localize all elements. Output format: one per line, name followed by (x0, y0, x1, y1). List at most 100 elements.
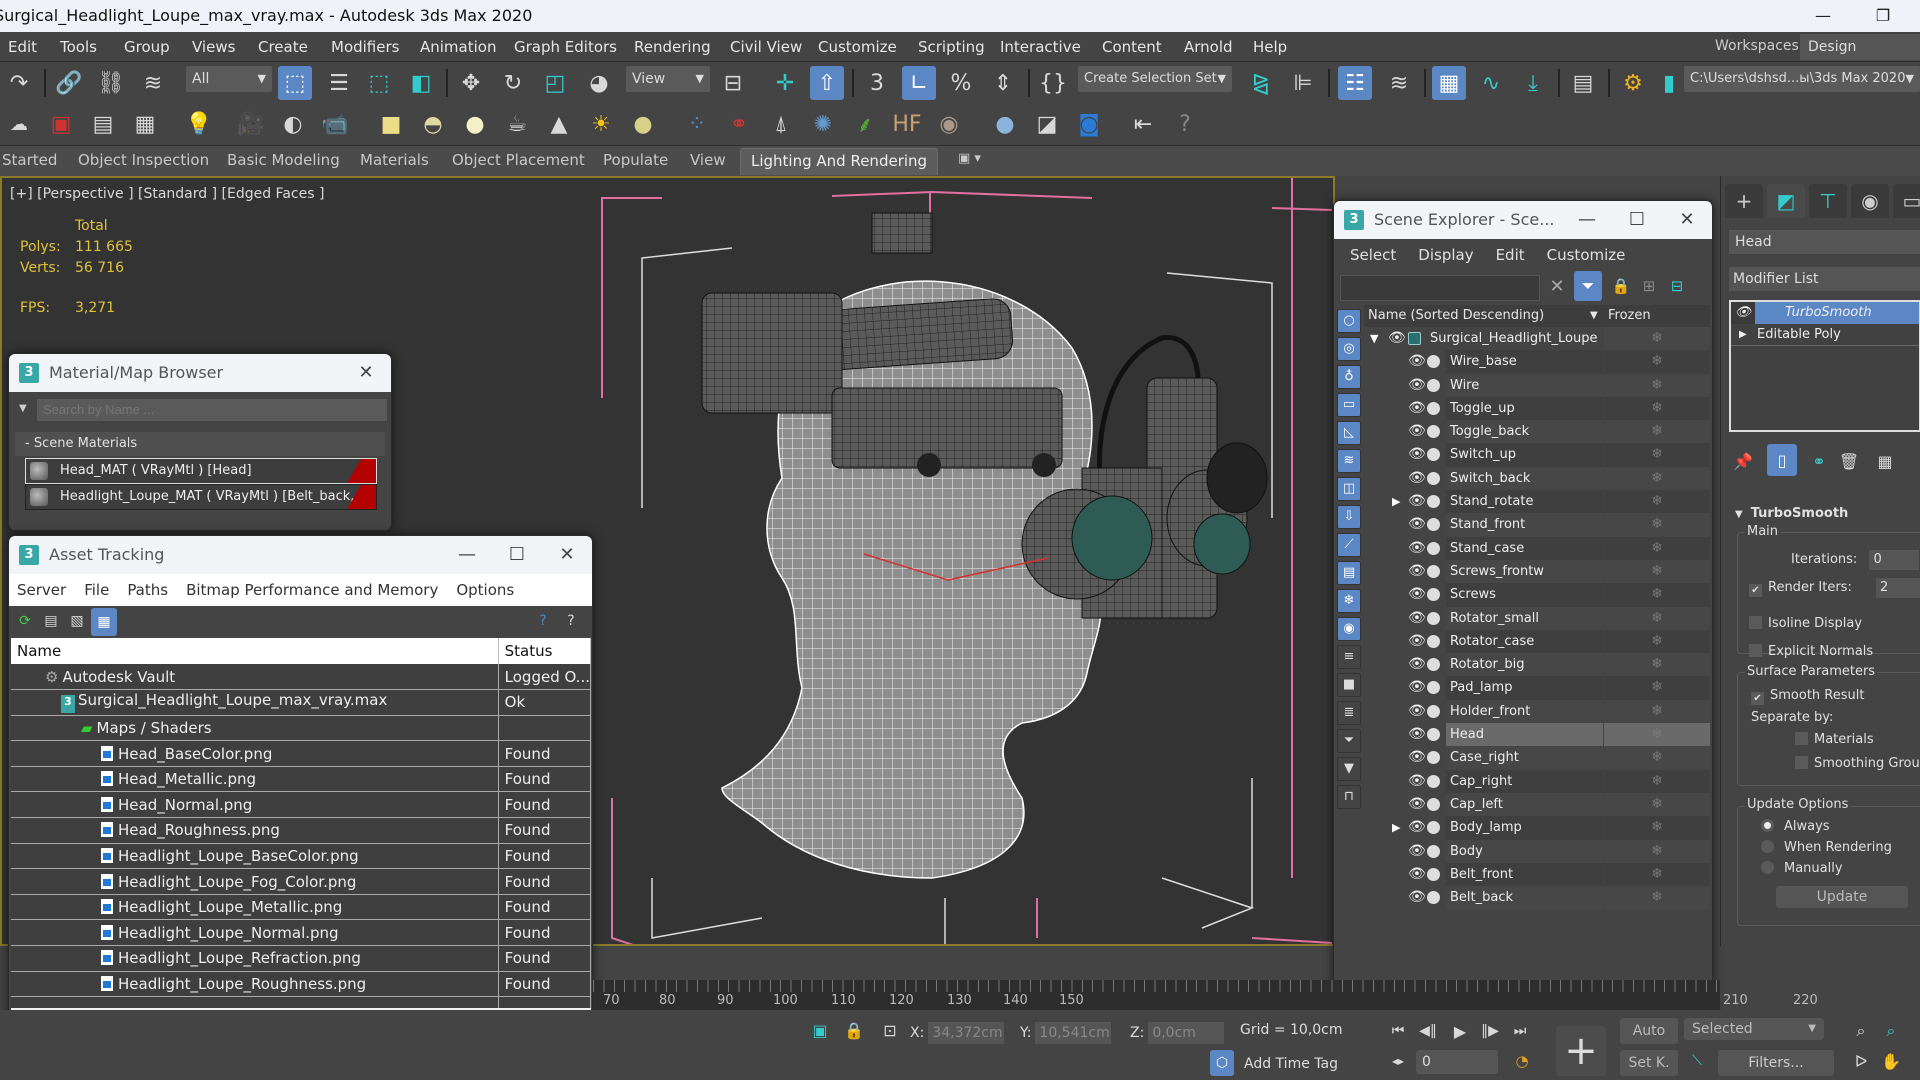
spacewarps-filter-icon[interactable]: ≋ (1337, 449, 1361, 473)
filter-funnel-icon[interactable]: ▼ (1337, 757, 1361, 781)
toggle-scene-explorer-icon[interactable]: ☷ (1338, 66, 1372, 100)
expand-arrow-icon[interactable]: ▶ (1739, 324, 1747, 346)
frozen-toggle-icon[interactable]: ❄ (1604, 839, 1710, 863)
expand-arrow-icon[interactable]: ▶ (1392, 490, 1400, 513)
visibility-eye-icon[interactable]: 👁 (1408, 443, 1426, 466)
cloud-icon[interactable]: ☁ (2, 107, 36, 141)
minimize-button[interactable]: — (442, 536, 492, 574)
hidden-filter-icon[interactable]: ◉ (1337, 617, 1361, 641)
minimize-button[interactable]: — (1562, 201, 1612, 239)
scene-object-row[interactable]: ▶ 👁 Body_lamp ❄ (1364, 816, 1710, 840)
rotate-icon[interactable]: ↻ (496, 66, 530, 100)
menu-paths[interactable]: Paths (127, 574, 168, 606)
frozen-toggle-icon[interactable]: ❄ (1604, 769, 1710, 793)
grass-icon[interactable]: ⸙ (848, 107, 882, 141)
visibility-eye-icon[interactable]: 👁 (1408, 653, 1426, 676)
asset-row[interactable]: Headlight_Loupe_Refraction.png Found (11, 945, 592, 972)
isolate-selection-icon[interactable]: ▣ (806, 1016, 834, 1044)
visibility-eye-icon[interactable]: 👁 (1408, 700, 1426, 723)
clear-search-icon[interactable]: ✕ (1544, 271, 1570, 301)
menu-scripting[interactable]: Scripting (918, 38, 985, 56)
tree-view-icon[interactable]: ▧ (65, 608, 89, 634)
edit-named-selection-icon[interactable]: {} (1036, 66, 1070, 100)
column-name[interactable]: Name (11, 638, 499, 664)
light-lister-icon[interactable]: 💡 (182, 107, 216, 141)
scene-object-row[interactable]: 👁 Rotator_small ❄ (1364, 606, 1710, 630)
filters-button[interactable]: Filters... (1718, 1050, 1834, 1076)
visibility-eye-icon[interactable]: 👁 (1408, 793, 1426, 816)
scene-materials-group[interactable]: - Scene Materials (15, 432, 385, 456)
turbosmooth-rollout-header[interactable]: ▼ TurboSmooth (1735, 506, 1920, 521)
zoom-icon[interactable]: ⌕ (1848, 1018, 1874, 1044)
geometry-filter-icon[interactable]: ○ (1337, 309, 1361, 333)
align-icon[interactable]: ⊫ (1286, 66, 1320, 100)
scene-object-row[interactable]: 👁 Head ❄ (1364, 723, 1710, 747)
scene-object-row[interactable]: 👁 Belt_back ❄ (1364, 886, 1710, 910)
frozen-toggle-icon[interactable]: ❄ (1604, 886, 1710, 910)
render-shot-icon[interactable]: ▣ (44, 107, 78, 141)
visibility-eye-icon[interactable]: 👁 (1408, 770, 1426, 793)
xrefs-filter-icon[interactable]: ⇩ (1337, 505, 1361, 529)
frozen-toggle-icon[interactable]: ❄ (1604, 583, 1710, 607)
visibility-eye-icon[interactable]: 👁 (1408, 676, 1426, 699)
menu-views[interactable]: Views (192, 38, 235, 56)
groups-filter-icon[interactable]: ◫ (1337, 477, 1361, 501)
modifier-editable-poly[interactable]: ▶ Editable Poly (1731, 324, 1919, 346)
container-icon[interactable]: ⊓ (1337, 785, 1361, 809)
asset-row[interactable]: Headlight_Loupe_Normal.png Found (11, 919, 592, 947)
unlink-icon[interactable]: ⛓ (94, 66, 128, 100)
tab-started[interactable]: Started (2, 151, 57, 169)
material-item[interactable]: Head_MAT ( VRayMtl ) [Head] (25, 458, 377, 484)
visibility-eye-icon[interactable]: 👁 (1408, 397, 1426, 420)
visibility-eye-icon[interactable]: 👁 (1408, 723, 1426, 746)
next-frame-icon[interactable]: ‖▶ (1476, 1018, 1504, 1044)
material-item[interactable]: Headlight_Loupe_MAT ( VRayMtl ) [Belt_ba… (25, 484, 377, 510)
frozen-toggle-icon[interactable]: ❄ (1604, 676, 1710, 700)
tab-object-inspection[interactable]: Object Inspection (78, 151, 209, 169)
window-crossing-icon[interactable]: ◧ (404, 66, 438, 100)
frozen-toggle-icon[interactable]: ❄ (1604, 466, 1710, 491)
selection-filter-dropdown[interactable]: All ▼ (186, 66, 272, 92)
hierarchy-icon[interactable]: ⊞ (1636, 271, 1662, 301)
frozen-toggle-icon[interactable]: ❄ (1604, 327, 1710, 351)
molecule-icon[interactable]: ⚭ (722, 107, 756, 141)
menu-edit[interactable]: Edit (8, 38, 37, 56)
import-icon[interactable]: ⇤ (1126, 107, 1160, 141)
modifier-turbosmooth[interactable]: 👁 TurboSmooth (1731, 302, 1919, 324)
sphere-light-icon[interactable]: ● (458, 107, 492, 141)
search-options-icon[interactable]: ▼ (19, 403, 27, 414)
asset-row[interactable]: 3 Surgical_Headlight_Loupe_max_vray.max Ok (11, 689, 592, 716)
percent-snap-icon[interactable]: % (944, 66, 978, 100)
scene-object-row[interactable]: 👁 Stand_case ❄ (1364, 536, 1710, 560)
refresh-icon[interactable]: ⟳ (13, 608, 37, 634)
show-end-result-icon[interactable]: ▯ (1767, 444, 1797, 476)
list-view-icon[interactable]: ▤ (39, 608, 63, 634)
create-tab-icon[interactable]: + (1725, 184, 1763, 218)
scene-object-row[interactable]: 👁 Cap_left ❄ (1364, 792, 1710, 817)
visibility-eye-icon[interactable]: 👁 (1408, 467, 1426, 490)
invert-display-icon[interactable]: ≣ (1337, 701, 1361, 725)
z-field[interactable]: 0,0cm (1148, 1022, 1225, 1044)
pivot-center-icon[interactable]: ⊟ (716, 66, 750, 100)
scene-object-row[interactable]: 👁 Screws ❄ (1364, 583, 1710, 607)
online-help-icon[interactable]: ? (531, 608, 555, 634)
scene-object-row[interactable]: 👁 Holder_front ❄ (1364, 699, 1710, 724)
explicit-normals-checkbox[interactable] (1749, 644, 1762, 657)
current-frame-field[interactable]: 0 (1416, 1050, 1498, 1074)
frozen-toggle-icon[interactable]: ❄ (1604, 653, 1710, 677)
display-none-icon[interactable]: ■ (1337, 673, 1361, 697)
camera-half-icon[interactable]: ◐ (276, 107, 310, 141)
time-configuration-icon[interactable]: ◔ (1508, 1048, 1536, 1074)
frozen-toggle-icon[interactable]: ❄ (1604, 490, 1710, 514)
scene-object-row[interactable]: 👁 Wire_base ❄ (1364, 350, 1710, 374)
visibility-eye-icon[interactable]: 👁 (1408, 630, 1426, 653)
bind-space-warp-icon[interactable]: ≋ (136, 66, 170, 100)
scene-object-row[interactable]: 👁 Toggle_up ❄ (1364, 396, 1710, 421)
tab-populate[interactable]: Populate (603, 151, 668, 169)
close-button[interactable]: ✕ (1662, 201, 1712, 239)
visibility-eye-icon[interactable]: 👁 (1408, 513, 1426, 536)
visibility-eye-icon[interactable]: 👁 (1408, 350, 1426, 373)
visibility-eye-icon[interactable]: 👁 (1408, 816, 1426, 839)
material-search-input[interactable] (37, 399, 387, 421)
go-to-start-icon[interactable]: ⏮ (1384, 1018, 1412, 1044)
